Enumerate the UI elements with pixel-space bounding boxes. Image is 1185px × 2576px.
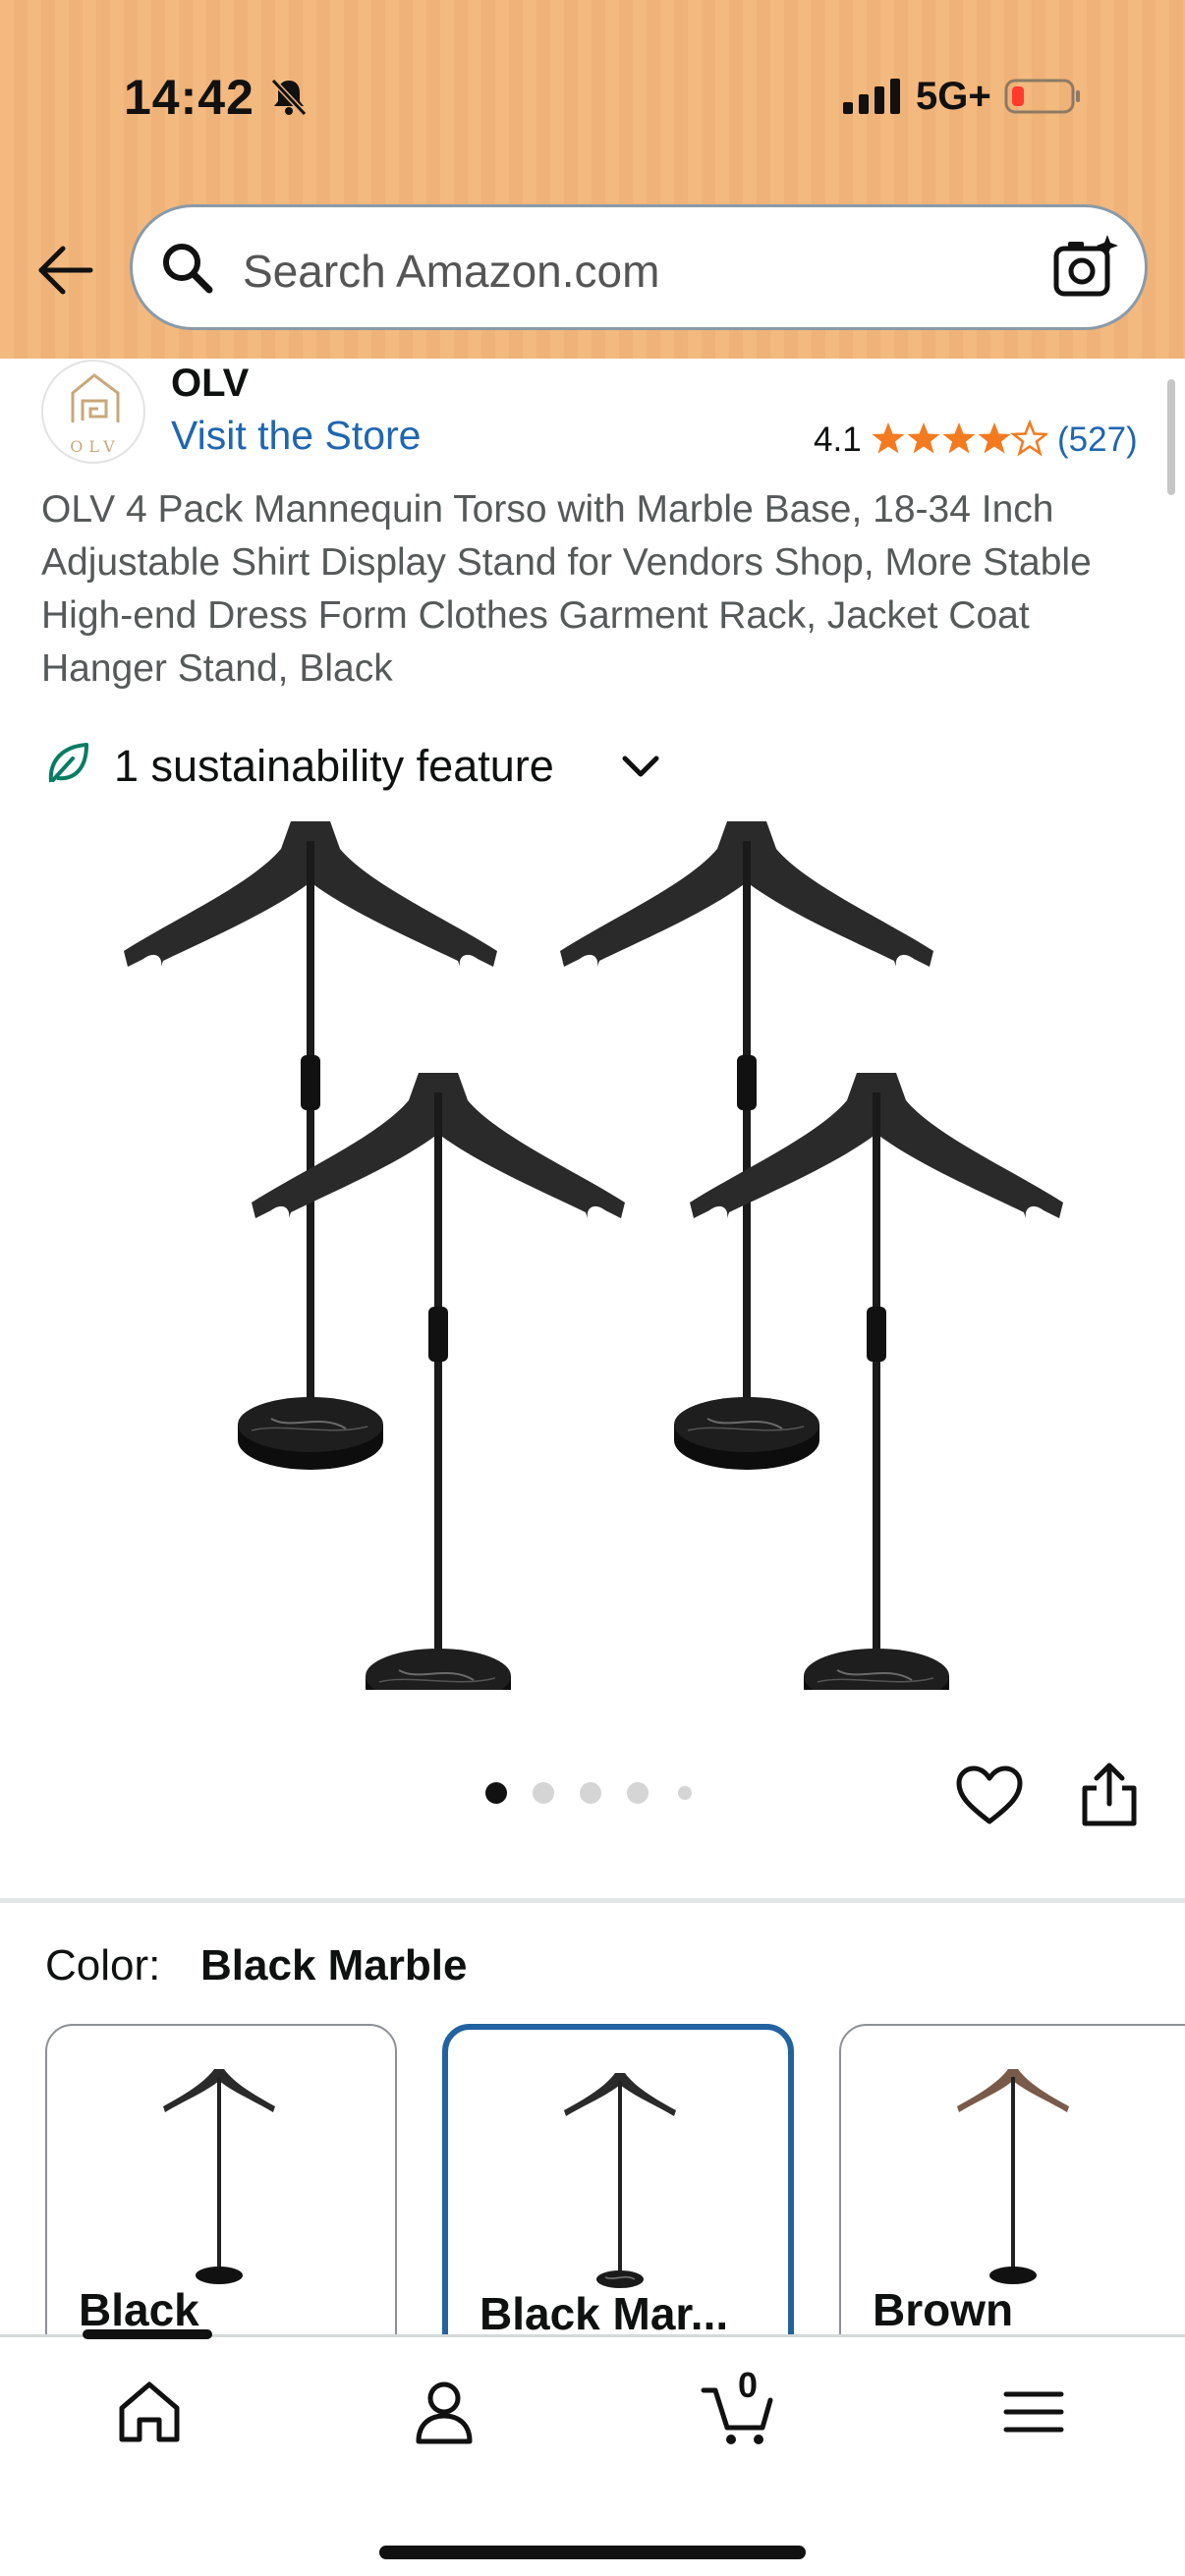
search-placeholder: Search Amazon.com [243, 246, 660, 297]
carousel-dot[interactable] [627, 1782, 649, 1804]
image-carousel-dots[interactable] [485, 1782, 702, 1812]
carousel-dot[interactable] [678, 1786, 692, 1800]
silent-bell-icon [270, 78, 308, 117]
account-icon[interactable] [405, 2373, 483, 2451]
brand-name: OLV [171, 362, 250, 405]
share-icon[interactable] [1075, 1761, 1144, 1829]
product-image[interactable] [98, 806, 1081, 1690]
chevron-down-icon [622, 756, 659, 777]
carousel-dot[interactable] [580, 1782, 601, 1804]
rating-value: 4.1 [814, 420, 862, 459]
leaf-icon [48, 743, 88, 783]
home-indicator [379, 2546, 806, 2559]
house-logo-icon: OLV [70, 373, 120, 456]
network-type: 5G+ [916, 75, 991, 118]
cart-count: 0 [737, 2365, 759, 2405]
status-time: 14:42 [124, 70, 254, 125]
search-icon [163, 244, 213, 294]
star-rating-icon[interactable] [871, 419, 1047, 458]
back-arrow-icon[interactable] [35, 240, 96, 301]
carousel-dot[interactable] [533, 1782, 554, 1804]
swatch-image [957, 2069, 1069, 2284]
review-count-link[interactable]: (527) [1057, 420, 1138, 460]
menu-icon[interactable] [996, 2373, 1075, 2451]
header-bar: 14:42 5G+ Search Amazon.com [0, 0, 1185, 359]
brand-logo[interactable]: OLV [41, 360, 145, 464]
home-icon[interactable] [110, 2373, 189, 2451]
search-input[interactable]: Search Amazon.com [130, 204, 1148, 330]
scroll-indicator [1167, 379, 1175, 495]
svg-text:OLV: OLV [70, 437, 120, 456]
heart-icon[interactable] [955, 1764, 1024, 1827]
swatch-image [163, 2069, 275, 2284]
signal-icon [843, 79, 900, 114]
battery-low-icon [1004, 79, 1080, 114]
color-option-label: Black Mar... [480, 2288, 729, 2339]
sustainability-label: 1 sustainability feature [114, 741, 554, 791]
carousel-dot[interactable] [485, 1782, 507, 1804]
section-divider [0, 1898, 1185, 1903]
product-title: OLV 4 Pack Mannequin Torso with Marble B… [41, 488, 1092, 690]
bottom-navigation: 0 [0, 2329, 1185, 2576]
color-selected-value: Black Marble [200, 1941, 468, 1989]
color-option-label: Black [79, 2284, 199, 2335]
color-label: Color: [45, 1941, 161, 1989]
color-option-label: Brown [873, 2284, 1014, 2335]
active-tab-indicator [83, 2329, 212, 2339]
swatch-image [564, 2073, 676, 2288]
visit-store-link[interactable]: Visit the Store [171, 413, 422, 459]
camera-search-icon[interactable] [1050, 233, 1119, 302]
